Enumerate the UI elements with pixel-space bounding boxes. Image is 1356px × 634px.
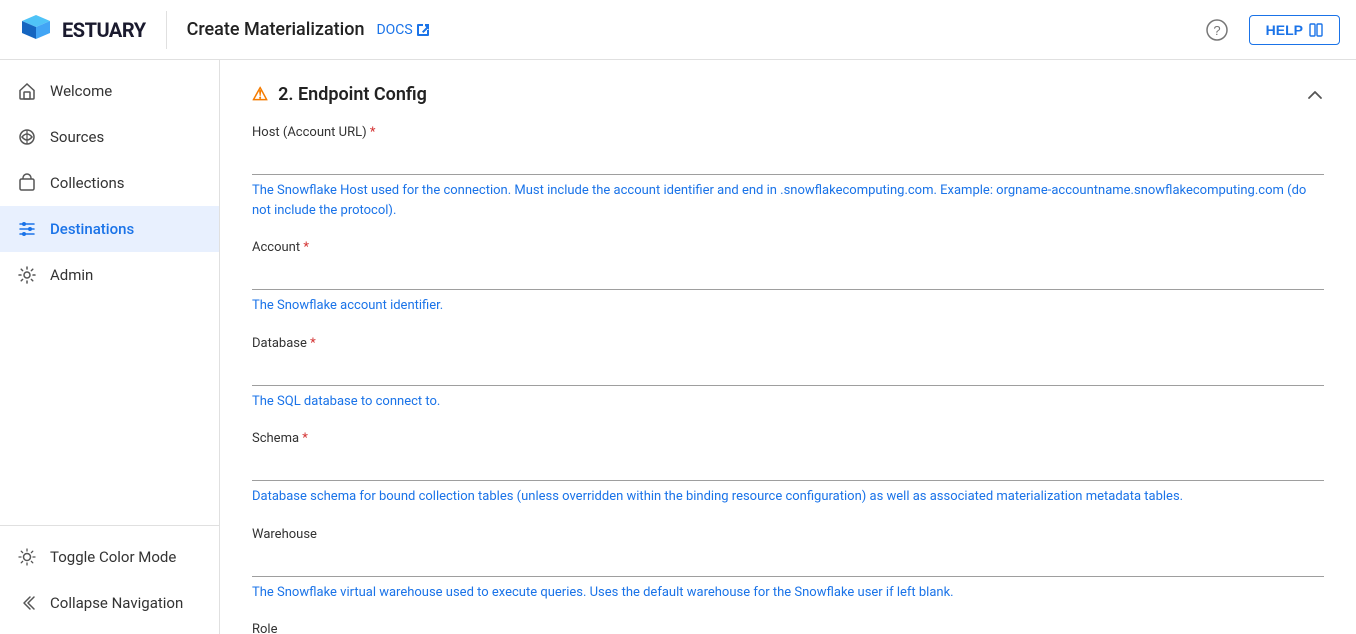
sources-icon <box>16 126 38 148</box>
logo-area: ESTUARY <box>16 11 167 49</box>
field-host-label: Host (Account URL) * <box>252 125 1324 140</box>
field-schema: Schema * Database schema for bound colle… <box>252 431 1324 507</box>
field-warehouse-label: Warehouse <box>252 527 1324 542</box>
svg-text:?: ? <box>1213 23 1220 38</box>
field-schema-hint: Database schema for bound collection tab… <box>252 487 1324 507</box>
sidebar-bottom: Toggle Color Mode Collapse Navigation <box>0 525 219 626</box>
field-database-label: Database * <box>252 336 1324 351</box>
field-host-hint: The Snowflake Host used for the connecti… <box>252 181 1324 220</box>
warehouse-input[interactable] <box>252 548 1324 577</box>
question-mark-icon: ? <box>1206 19 1228 41</box>
field-database-hint: The SQL database to connect to. <box>252 392 1324 412</box>
field-schema-label: Schema * <box>252 431 1324 446</box>
admin-icon <box>16 264 38 286</box>
collapse-navigation[interactable]: Collapse Navigation <box>0 580 219 626</box>
field-account-label: Account * <box>252 240 1324 255</box>
collapse-section-button[interactable] <box>1306 86 1324 104</box>
brand-name: ESTUARY <box>62 18 146 42</box>
account-input[interactable] <box>252 261 1324 290</box>
external-link-icon <box>417 23 430 36</box>
chevron-up-icon <box>1306 86 1324 104</box>
sidebar: Welcome Sources Collections <box>0 60 220 634</box>
field-warehouse-hint: The Snowflake virtual warehouse used to … <box>252 583 1324 603</box>
field-database: Database * The SQL database to connect t… <box>252 336 1324 412</box>
toggle-color-mode[interactable]: Toggle Color Mode <box>0 534 219 580</box>
main-content: ⚠ 2. Endpoint Config Host (Account URL) … <box>220 60 1356 634</box>
docs-link[interactable]: DOCS <box>376 22 429 38</box>
field-role-label: Role <box>252 622 1324 634</box>
warning-icon: ⚠ <box>252 84 268 105</box>
field-host: Host (Account URL) * The Snowflake Host … <box>252 125 1324 220</box>
help-panel-icon <box>1309 23 1323 37</box>
field-account: Account * The Snowflake account identifi… <box>252 240 1324 316</box>
page-title: Create Materialization <box>187 19 365 40</box>
sidebar-item-sources[interactable]: Sources <box>0 114 219 160</box>
sidebar-item-destinations[interactable]: Destinations <box>0 206 219 252</box>
help-circle-button[interactable]: ? <box>1201 14 1233 46</box>
layout: Welcome Sources Collections <box>0 60 1356 634</box>
header: ESTUARY Create Materialization DOCS ? HE… <box>0 0 1356 60</box>
collections-icon <box>16 172 38 194</box>
host-input[interactable] <box>252 146 1324 175</box>
field-warehouse: Warehouse The Snowflake virtual warehous… <box>252 527 1324 603</box>
destinations-icon <box>16 218 38 240</box>
database-input[interactable] <box>252 357 1324 386</box>
home-icon <box>16 80 38 102</box>
section-header: ⚠ 2. Endpoint Config <box>252 84 1324 105</box>
field-account-hint: The Snowflake account identifier. <box>252 296 1324 316</box>
sun-icon <box>16 546 38 568</box>
sidebar-item-welcome[interactable]: Welcome <box>0 68 219 114</box>
collapse-icon <box>16 592 38 614</box>
estuary-logo <box>16 11 54 49</box>
field-role: Role The user role used to perform actio… <box>252 622 1324 634</box>
schema-input[interactable] <box>252 452 1324 481</box>
sidebar-item-admin[interactable]: Admin <box>0 252 219 298</box>
help-button[interactable]: HELP <box>1249 15 1340 45</box>
sidebar-item-collections[interactable]: Collections <box>0 160 219 206</box>
section-title: ⚠ 2. Endpoint Config <box>252 84 427 105</box>
